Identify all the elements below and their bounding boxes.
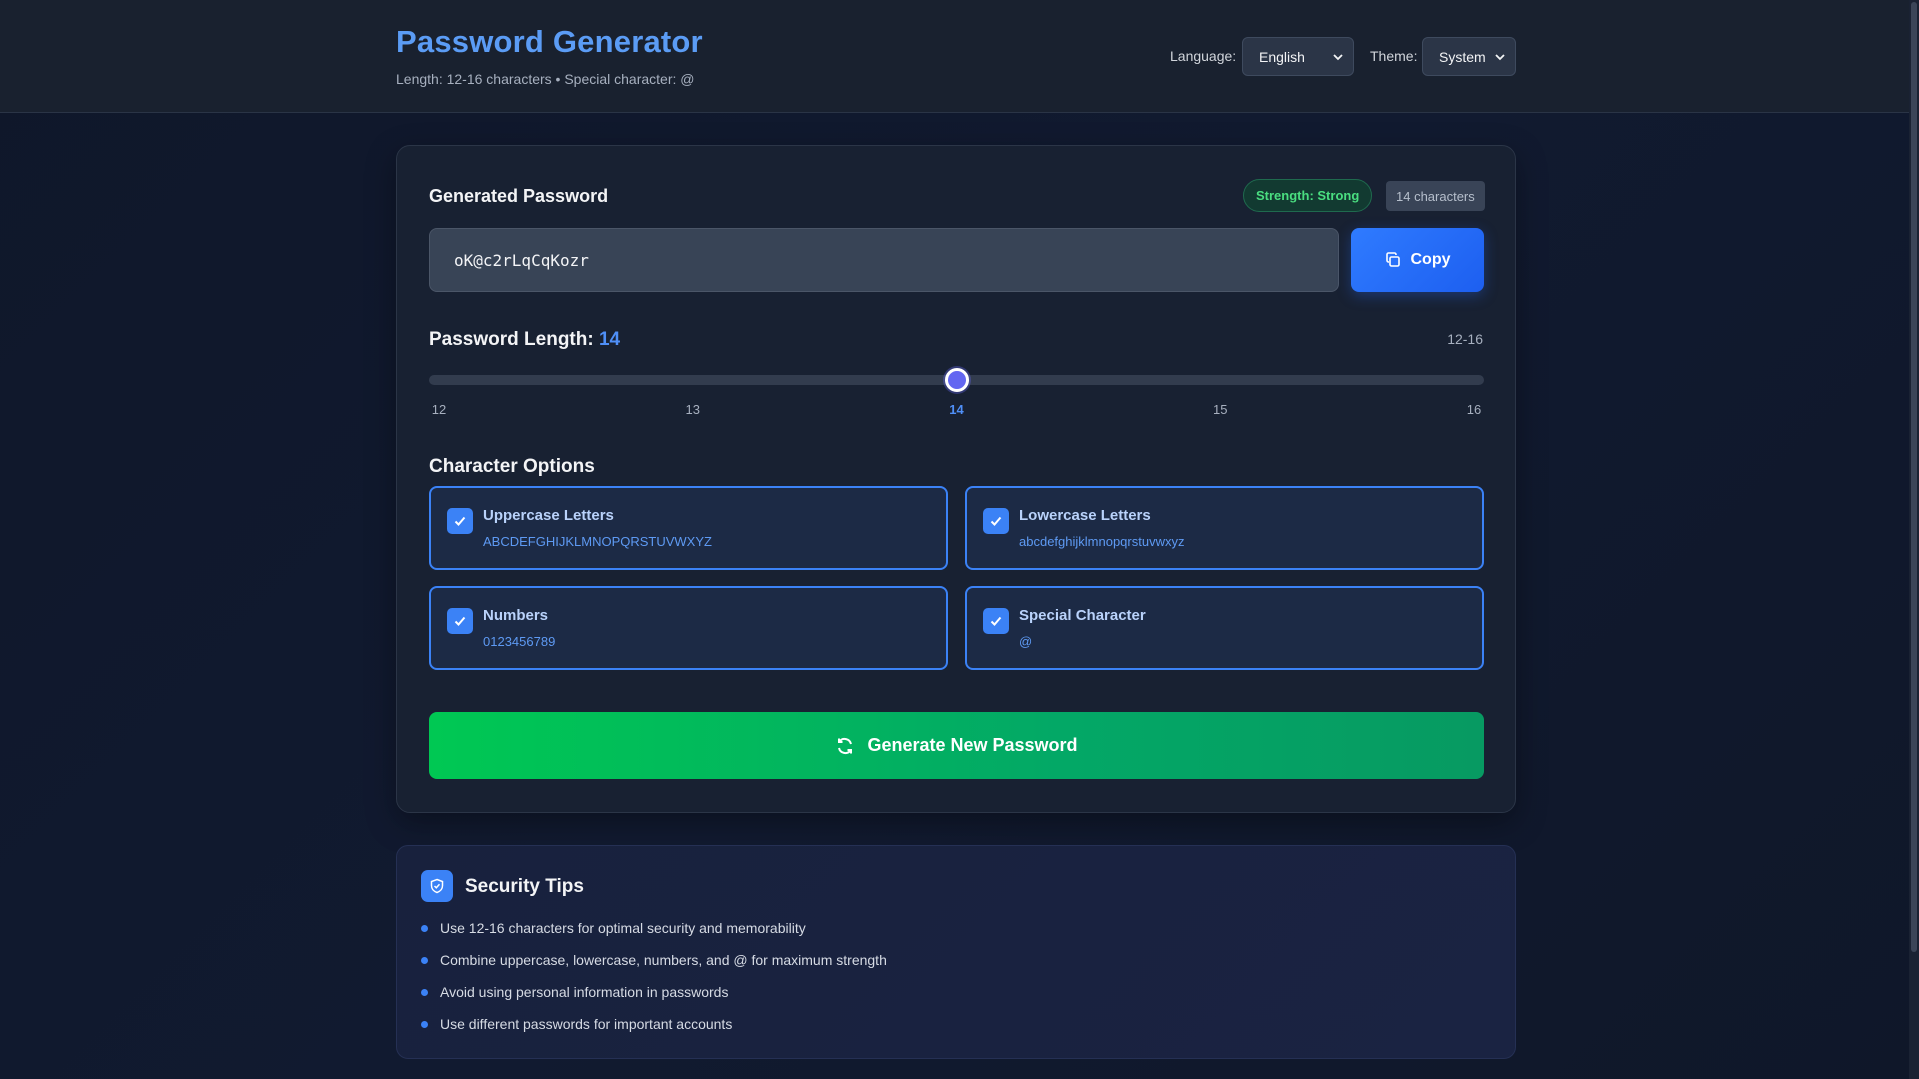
length-range: 12-16 [1447, 331, 1483, 347]
tip-item: Use different passwords for important ac… [421, 1016, 732, 1032]
slider-tick-label: 15 [1213, 402, 1228, 417]
shield-icon [421, 870, 453, 902]
slider-tick-label: 13 [685, 402, 700, 417]
password-length-label: Password Length: 14 [429, 329, 620, 351]
slider-tick-label: 16 [1466, 402, 1482, 417]
option-numbers[interactable]: Numbers 0123456789 [429, 586, 948, 670]
bullet-icon [421, 924, 428, 932]
option-title: Uppercase Letters [483, 507, 614, 524]
strength-badge: Strength: Strong [1243, 179, 1373, 212]
option-title: Special Character [1019, 607, 1146, 624]
option-sample: 0123456789 [483, 634, 556, 649]
special-character-checkbox[interactable] [983, 608, 1009, 634]
copy-button-label: Copy [1410, 251, 1451, 268]
lowercase-checkbox[interactable] [983, 508, 1009, 534]
character-count-badge: 14 characters [1386, 181, 1485, 211]
option-title: Lowercase Letters [1019, 507, 1151, 524]
chevron-down-icon [1333, 53, 1343, 60]
uppercase-checkbox[interactable] [447, 508, 473, 534]
tip-text: Use different passwords for important ac… [440, 1016, 733, 1032]
length-label-text: Password Length: [429, 329, 594, 350]
bullet-icon [421, 1020, 428, 1028]
check-icon [990, 616, 1002, 626]
copy-icon [1385, 252, 1400, 267]
page-scrollbar[interactable] [1909, 0, 1919, 1079]
page-title: Password Generator [396, 24, 703, 59]
option-lowercase[interactable]: Lowercase Letters abcdefghijklmnopqrstuv… [965, 486, 1484, 570]
tip-text: Use 12-16 characters for optimal securit… [440, 920, 806, 936]
length-slider-thumb[interactable] [944, 368, 969, 392]
option-uppercase[interactable]: Uppercase Letters ABCDEFGHIJKLMNOPQRSTUV… [429, 486, 948, 570]
tip-item: Combine uppercase, lowercase, numbers, a… [421, 952, 887, 968]
security-tips-panel: Security Tips Use 12-16 characters for o… [396, 845, 1516, 1059]
tip-text: Avoid using personal information in pass… [440, 984, 729, 1000]
slider-tick-label: 14 [949, 402, 964, 417]
password-output[interactable]: oK@c2rLqCqKozr [429, 228, 1339, 292]
slider-tick-label: 12 [431, 402, 447, 417]
chevron-down-icon [1495, 53, 1505, 60]
theme-label: Theme: [1370, 48, 1418, 64]
security-tips-title: Security Tips [465, 876, 584, 897]
generate-button-label: Generate New Password [867, 735, 1078, 755]
bullet-icon [421, 988, 428, 996]
tip-text: Combine uppercase, lowercase, numbers, a… [440, 952, 887, 968]
option-sample: abcdefghijklmnopqrstuvwxyz [1019, 534, 1185, 549]
numbers-checkbox[interactable] [447, 608, 473, 634]
check-icon [454, 516, 466, 526]
generate-password-button[interactable]: Generate New Password [429, 712, 1484, 779]
theme-select[interactable]: System [1422, 37, 1516, 76]
page-subtitle: Length: 12-16 characters • Special chara… [396, 71, 695, 87]
option-sample: @ [1019, 634, 1033, 649]
bullet-icon [421, 956, 428, 964]
top-header: Password Generator Length: 12-16 charact… [0, 0, 1919, 113]
generator-card: Generated Password Strength: Strong 14 c… [396, 145, 1516, 813]
generated-password-heading: Generated Password [429, 186, 609, 206]
copy-button[interactable]: Copy [1351, 228, 1484, 292]
character-options-heading: Character Options [429, 456, 595, 477]
tip-item: Use 12-16 characters for optimal securit… [421, 920, 806, 936]
check-icon [990, 516, 1002, 526]
option-sample: ABCDEFGHIJKLMNOPQRSTUVWXYZ [483, 534, 712, 549]
theme-select-value: System [1439, 48, 1486, 65]
language-label: Language: [1170, 48, 1237, 64]
option-special-character[interactable]: Special Character @ [965, 586, 1484, 670]
refresh-icon [838, 737, 853, 754]
language-select[interactable]: English [1242, 37, 1354, 76]
tip-item: Avoid using personal information in pass… [421, 984, 728, 1000]
length-value: 14 [598, 329, 621, 350]
check-icon [454, 616, 466, 626]
scrollbar-thumb[interactable] [1911, 2, 1917, 952]
language-select-value: English [1259, 48, 1305, 65]
option-title: Numbers [483, 607, 549, 624]
